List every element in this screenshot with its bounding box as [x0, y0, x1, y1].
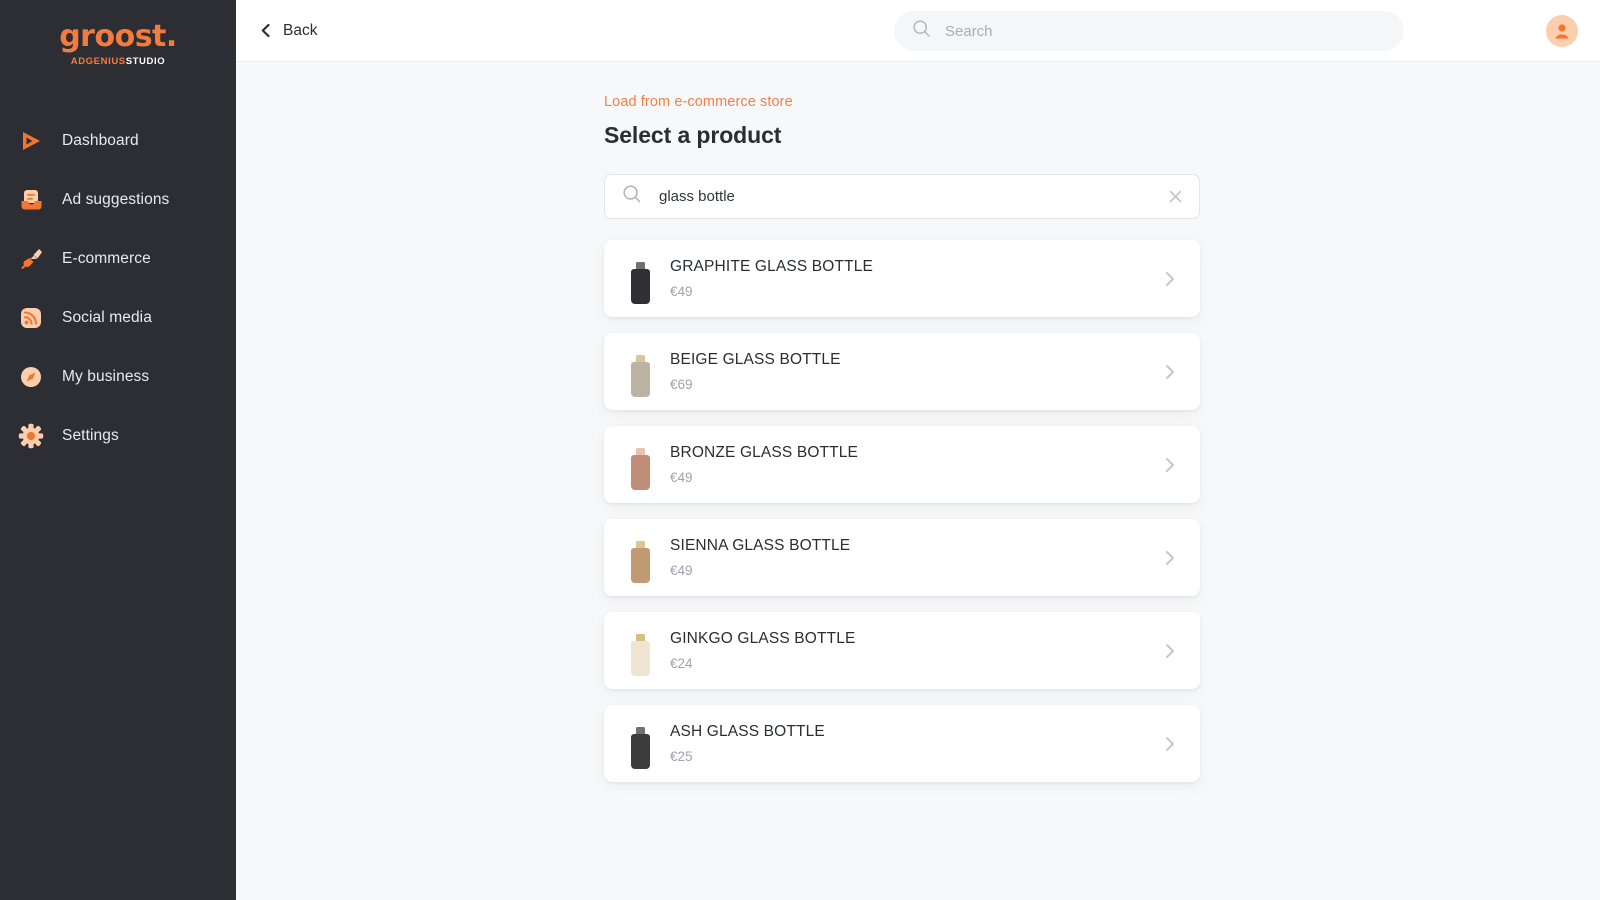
list-item[interactable]: BEIGE GLASS BOTTLE €69: [604, 333, 1200, 410]
list-item[interactable]: BRONZE GLASS BOTTLE €49: [604, 426, 1200, 503]
product-picker-panel: Load from e-commerce store Select a prod…: [604, 94, 1200, 782]
bottle-icon: [630, 447, 650, 490]
bottle-icon: [630, 633, 650, 676]
sidebar-item-my-business[interactable]: My business: [0, 348, 236, 407]
content-area: Load from e-commerce store Select a prod…: [236, 62, 1600, 900]
product-search[interactable]: [604, 174, 1200, 219]
chevron-right-icon: [1162, 364, 1178, 380]
chevron-right-icon: [1162, 271, 1178, 287]
sidebar-item-label: Dashboard: [62, 132, 139, 149]
product-thumbnail: [627, 626, 653, 676]
chevron-right-icon: [1162, 550, 1178, 566]
bottle-body: [630, 640, 650, 676]
sidebar: groost. ADGENIUSSTUDIO Dashboard Ad sugg…: [0, 0, 236, 900]
global-search[interactable]: [894, 11, 1404, 51]
product-name: ASH GLASS BOTTLE: [670, 723, 825, 741]
rss-icon: [17, 304, 45, 332]
avatar[interactable]: [1546, 15, 1578, 47]
product-thumbnail: [627, 719, 653, 769]
chevron-right-icon: [1162, 643, 1178, 659]
sidebar-item-settings[interactable]: Settings: [0, 407, 236, 466]
product-price: €49: [670, 562, 693, 578]
product-info: ASH GLASS BOTTLE €25: [670, 723, 1162, 764]
bottle-icon: [630, 261, 650, 304]
bottle-icon: [630, 354, 650, 397]
chevron-right-icon: [1162, 736, 1178, 752]
sidebar-item-ad-suggestions[interactable]: Ad suggestions: [0, 171, 236, 230]
bottle-body: [630, 268, 650, 304]
brand-logo[interactable]: groost. ADGENIUSSTUDIO: [0, 0, 236, 67]
chevron-right-icon: [1162, 457, 1178, 473]
panel-eyebrow: Load from e-commerce store: [604, 94, 793, 110]
close-icon: [1169, 190, 1181, 203]
product-search-input[interactable]: [659, 188, 1166, 205]
clear-search-button[interactable]: [1166, 188, 1184, 206]
logo-tagline-plain: STUDIO: [125, 56, 166, 67]
chevron-left-icon: [258, 23, 272, 38]
logo-tagline: ADGENIUSSTUDIO: [0, 57, 236, 67]
sidebar-nav: Dashboard Ad suggestions E-commerce Soci…: [0, 112, 236, 466]
compass-icon: [17, 363, 45, 391]
bottle-body: [630, 454, 650, 490]
product-thumbnail: [627, 533, 653, 583]
product-info: BEIGE GLASS BOTTLE €69: [670, 351, 1162, 392]
product-name: BEIGE GLASS BOTTLE: [670, 351, 841, 369]
bottle-body: [630, 547, 650, 583]
app-root: groost. ADGENIUSSTUDIO Dashboard Ad sugg…: [0, 0, 1600, 900]
main-area: Back Load from e-comm: [236, 0, 1600, 900]
bottle-body: [630, 733, 650, 769]
list-item[interactable]: GRAPHITE GLASS BOTTLE €49: [604, 240, 1200, 317]
sidebar-item-ecommerce[interactable]: E-commerce: [0, 230, 236, 289]
sidebar-item-label: My business: [62, 368, 150, 385]
bottle-body: [630, 361, 650, 397]
sidebar-item-label: Settings: [62, 427, 119, 444]
sidebar-item-label: Social media: [62, 309, 152, 326]
inbox-icon: [17, 186, 45, 214]
search-icon: [912, 19, 931, 43]
product-thumbnail: [627, 347, 653, 397]
sidebar-item-social-media[interactable]: Social media: [0, 289, 236, 348]
product-price: €49: [670, 469, 693, 485]
product-results-list: GRAPHITE GLASS BOTTLE €49 BEIGE GLASS BO…: [604, 240, 1200, 782]
plug-icon: [17, 245, 45, 273]
back-button[interactable]: Back: [258, 22, 317, 40]
product-price: €24: [670, 655, 693, 671]
search-icon: [622, 184, 642, 209]
sidebar-item-dashboard[interactable]: Dashboard: [0, 112, 236, 171]
logo-wordmark: groost.: [59, 19, 177, 54]
sidebar-item-label: E-commerce: [62, 250, 151, 267]
top-bar: Back: [236, 0, 1600, 62]
product-price: €25: [670, 748, 693, 764]
sidebar-item-label: Ad suggestions: [62, 191, 170, 208]
product-info: BRONZE GLASS BOTTLE €49: [670, 444, 1162, 485]
page-title: Select a product: [604, 122, 782, 148]
product-price: €49: [670, 283, 693, 299]
list-item[interactable]: GINKGO GLASS BOTTLE €24: [604, 612, 1200, 689]
product-info: GRAPHITE GLASS BOTTLE €49: [670, 258, 1162, 299]
list-item[interactable]: ASH GLASS BOTTLE €25: [604, 705, 1200, 782]
list-item[interactable]: SIENNA GLASS BOTTLE €49: [604, 519, 1200, 596]
product-price: €69: [670, 376, 693, 392]
product-info: SIENNA GLASS BOTTLE €49: [670, 537, 1162, 578]
product-name: SIENNA GLASS BOTTLE: [670, 537, 851, 555]
bottle-icon: [630, 726, 650, 769]
product-name: GRAPHITE GLASS BOTTLE: [670, 258, 873, 276]
global-search-input[interactable]: [945, 22, 1386, 40]
product-info: GINKGO GLASS BOTTLE €24: [670, 630, 1162, 671]
play-icon: [17, 127, 45, 155]
product-thumbnail: [627, 440, 653, 490]
bottle-icon: [630, 540, 650, 583]
gear-icon: [17, 422, 45, 450]
product-thumbnail: [627, 254, 653, 304]
logo-tagline-accent: ADGENIUS: [70, 56, 126, 67]
product-name: GINKGO GLASS BOTTLE: [670, 630, 856, 648]
back-button-label: Back: [283, 21, 318, 39]
user-icon: [1555, 24, 1569, 39]
product-name: BRONZE GLASS BOTTLE: [670, 444, 859, 462]
